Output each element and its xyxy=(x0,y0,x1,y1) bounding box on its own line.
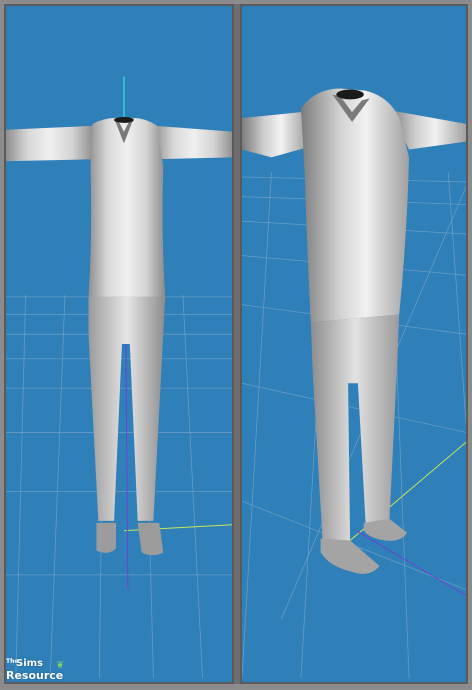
watermark-sims: Sims xyxy=(16,658,44,669)
watermark-logo: The Sims Resource ❦ xyxy=(4,658,68,684)
perspective-viewport[interactable] xyxy=(240,4,468,684)
front-viewport[interactable] xyxy=(4,4,234,684)
leaf-icon: ❦ xyxy=(56,660,65,671)
perspective-view-scene xyxy=(242,88,466,679)
front-view-scene xyxy=(6,76,232,679)
watermark-resource: Resource xyxy=(6,669,64,682)
